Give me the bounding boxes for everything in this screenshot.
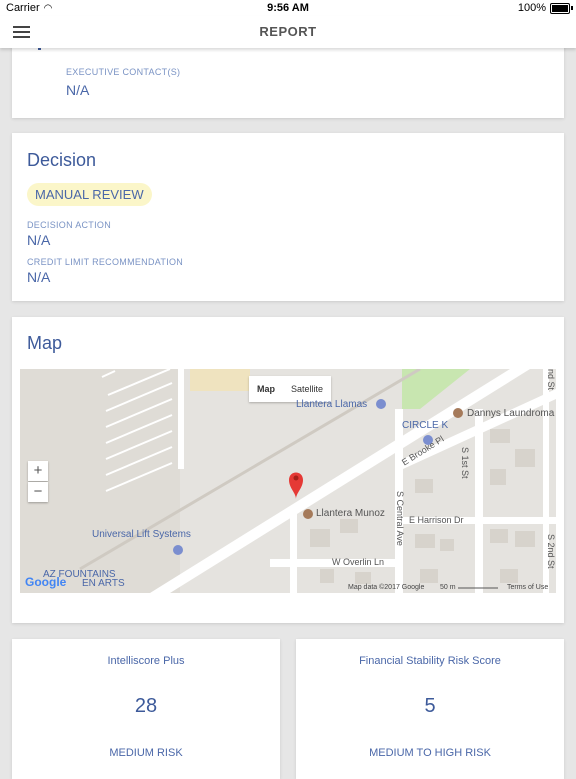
executive-contact-value: N/A <box>66 82 90 98</box>
score-card-intelliscore: Intelliscore Plus 28 MEDIUM RISK <box>12 639 280 779</box>
poi-llantera-munoz[interactable]: Llantera Munoz <box>316 508 385 519</box>
score-risk: MEDIUM TO HIGH RISK <box>369 747 491 759</box>
street-top-right: nd St <box>546 369 556 391</box>
battery-icon <box>550 3 570 14</box>
score-value: 5 <box>424 695 436 717</box>
decision-action-label: DECISION ACTION <box>27 220 112 230</box>
map-scale-label: 50 m <box>440 584 456 591</box>
score-card-financial-stability: Financial Stability Risk Score 5 MEDIUM … <box>296 639 564 779</box>
map-view[interactable]: Map Satellite + − Llantera Llamas Dannys… <box>20 369 556 593</box>
page-title: REPORT <box>259 24 317 39</box>
street-s-2nd: S 2nd St <box>546 534 556 569</box>
battery-percent: 100% <box>517 2 546 14</box>
street-s-1st: S 1st St <box>460 447 470 479</box>
poi-dannys-laundromat[interactable]: Dannys Laundroma <box>467 408 554 419</box>
credit-limit-label: CREDIT LIMIT RECOMMENDATION <box>27 257 184 267</box>
google-logo: Google <box>25 575 67 589</box>
poi-llantera-llamas[interactable]: Llantera Llamas <box>296 399 367 410</box>
street-w-overlin: W Overlin Ln <box>332 557 385 567</box>
score-title: Financial Stability Risk Score <box>359 655 501 667</box>
decision-action-value: N/A <box>27 232 51 248</box>
score-risk: MEDIUM RISK <box>109 747 183 759</box>
zoom-in-button[interactable]: + <box>28 461 48 481</box>
battery-tip <box>571 6 573 10</box>
map-canvas[interactable] <box>20 369 556 593</box>
map-type-map-button[interactable]: Map <box>249 376 283 402</box>
executive-contact-label: EXECUTIVE CONTACT(S) <box>66 67 181 77</box>
poi-universal-lift[interactable]: Universal Lift Systems <box>92 529 191 540</box>
street-s-central: S Central Ave <box>395 491 405 546</box>
score-value: 28 <box>134 695 158 717</box>
map-heading: Map <box>27 333 63 353</box>
score-title: Intelliscore Plus <box>107 655 185 667</box>
zoom-out-button[interactable]: − <box>28 482 48 502</box>
terms-of-use-link[interactable]: Terms of Use <box>507 584 548 591</box>
decision-status-badge: MANUAL REVIEW <box>27 183 152 206</box>
decision-card: Decision MANUAL REVIEW DECISION ACTION N… <box>12 133 564 301</box>
street-e-harrison: E Harrison Dr <box>409 515 464 525</box>
clock: 9:56 AM <box>267 2 309 14</box>
map-data-attribution: Map data ©2017 Google <box>348 584 425 591</box>
poi-circle-k[interactable]: CIRCLE K <box>402 420 448 431</box>
poi-garden-arts[interactable]: EN ARTS <box>82 578 125 589</box>
decision-heading: Decision <box>27 150 97 170</box>
status-bar: Carrier ◠ 9:56 AM 100% <box>0 0 576 16</box>
nav-bar: REPORT <box>0 16 576 48</box>
credit-limit-value: N/A <box>27 269 51 285</box>
executive-card: EXECUTIVE CONTACT(S) N/A <box>12 40 564 118</box>
